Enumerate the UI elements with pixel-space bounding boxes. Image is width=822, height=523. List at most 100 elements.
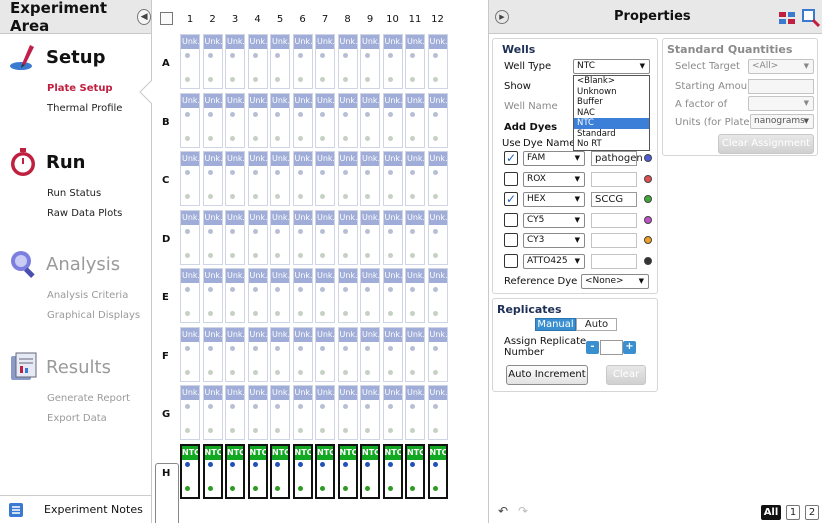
well[interactable]: Unk... (405, 268, 425, 323)
well[interactable]: Unk... (247, 151, 268, 206)
row-header[interactable]: F (162, 351, 176, 362)
column-header[interactable]: 5 (270, 14, 290, 25)
well[interactable]: NTC (225, 443, 245, 499)
well[interactable]: Unk... (202, 326, 223, 382)
column-header[interactable]: 6 (293, 14, 313, 25)
sidebar-item-graphical-displays[interactable]: Graphical Displays (47, 306, 150, 326)
well-type-option[interactable]: NTC (574, 118, 649, 129)
well[interactable]: Unk... (315, 34, 335, 89)
results-header[interactable]: Results (0, 350, 150, 384)
well[interactable]: Unk... (225, 326, 245, 382)
well[interactable]: Unk... (225, 34, 245, 89)
well[interactable]: NTC (405, 443, 425, 499)
well[interactable]: Unk... (405, 209, 425, 265)
well-type-option[interactable]: NAC (574, 108, 649, 119)
well[interactable]: Unk... (292, 326, 313, 382)
dye-use-checkbox[interactable] (504, 233, 518, 247)
well[interactable]: Unk... (382, 268, 403, 323)
well[interactable]: Unk... (427, 385, 448, 440)
well[interactable]: Unk... (247, 326, 268, 382)
well[interactable]: Unk... (427, 151, 448, 206)
well[interactable]: Unk... (202, 34, 223, 89)
plate-layout-icon[interactable] (778, 9, 796, 27)
well[interactable]: Unk... (225, 209, 245, 265)
well-type-option[interactable]: <Blank> (574, 76, 649, 87)
well[interactable]: NTC (180, 443, 200, 499)
well[interactable]: Unk... (225, 268, 245, 323)
well[interactable]: Unk... (292, 268, 313, 323)
well-type-option[interactable]: Buffer (574, 97, 649, 108)
well[interactable]: Unk... (382, 151, 403, 206)
column-header[interactable]: 4 (248, 14, 268, 25)
dye-name-select[interactable]: FAM ▼ (523, 151, 585, 166)
well[interactable]: Unk... (405, 34, 425, 89)
collapse-sidebar-button[interactable]: ◀ (137, 8, 151, 25)
column-header[interactable]: 10 (383, 14, 403, 25)
well[interactable]: NTC (427, 443, 448, 499)
well[interactable]: Unk... (360, 209, 380, 265)
sidebar-item-analysis-criteria[interactable]: Analysis Criteria (47, 286, 150, 306)
zoom-icon[interactable] (802, 9, 820, 27)
well[interactable]: Unk... (292, 209, 313, 265)
replicate-increment-button[interactable]: + (623, 341, 636, 354)
expand-properties-button[interactable]: ▶ (495, 10, 509, 24)
well[interactable]: Unk... (225, 385, 245, 440)
row-header[interactable]: C (162, 175, 176, 186)
column-header[interactable]: 11 (405, 14, 425, 25)
column-header[interactable]: 2 (203, 14, 223, 25)
replicate-number-input[interactable] (600, 340, 623, 355)
well[interactable]: Unk... (202, 385, 223, 440)
well[interactable]: Unk... (382, 92, 403, 148)
dye-name-select[interactable]: ATTO425 ▼ (523, 253, 585, 269)
dye-name-select[interactable]: CY5 ▼ (523, 212, 585, 228)
well[interactable]: Unk... (180, 34, 200, 89)
well[interactable]: Unk... (180, 151, 200, 206)
dye-name-select[interactable]: CY3 ▼ (523, 233, 585, 248)
well[interactable]: Unk... (337, 326, 358, 382)
sidebar-item-run-status[interactable]: Run Status (47, 184, 150, 204)
well[interactable]: Unk... (337, 92, 358, 148)
well[interactable]: Unk... (292, 385, 313, 440)
units-select[interactable]: nanograms ▼ (750, 114, 814, 129)
well[interactable]: Unk... (270, 209, 290, 265)
run-header[interactable]: Run (0, 145, 150, 179)
well[interactable]: NTC (360, 443, 380, 499)
well[interactable]: Unk... (180, 92, 200, 148)
well[interactable]: Unk... (405, 385, 425, 440)
well[interactable]: Unk... (360, 92, 380, 148)
well[interactable]: Unk... (337, 34, 358, 89)
factor-select[interactable]: ▼ (748, 96, 814, 111)
column-header[interactable]: 9 (360, 14, 380, 25)
well[interactable]: Unk... (180, 209, 200, 265)
well[interactable]: Unk... (202, 209, 223, 265)
dye-target-input[interactable] (591, 233, 637, 248)
well[interactable]: NTC (247, 443, 268, 499)
experiment-notes-bar[interactable]: Experiment Notes (0, 495, 151, 523)
well[interactable]: Unk... (270, 34, 290, 89)
well[interactable]: Unk... (405, 326, 425, 382)
well[interactable]: Unk... (427, 34, 448, 89)
well[interactable]: Unk... (337, 151, 358, 206)
well[interactable]: Unk... (180, 326, 200, 382)
well[interactable]: Unk... (337, 385, 358, 440)
well[interactable]: Unk... (427, 92, 448, 148)
well[interactable]: Unk... (225, 151, 245, 206)
row-header[interactable]: G (162, 409, 176, 420)
well[interactable]: Unk... (270, 268, 290, 323)
dye-target-input[interactable]: SCCG (591, 192, 637, 207)
well[interactable]: Unk... (292, 151, 313, 206)
view-all-button[interactable]: All (761, 505, 781, 520)
dye-use-checkbox[interactable] (504, 171, 518, 186)
row-header[interactable]: B (162, 117, 176, 128)
well-type-option[interactable]: Unknown (574, 87, 649, 98)
well[interactable]: Unk... (382, 34, 403, 89)
well[interactable]: Unk... (405, 92, 425, 148)
redo-button[interactable]: ↷ (516, 505, 530, 519)
well[interactable]: Unk... (247, 34, 268, 89)
dye-target-input[interactable] (591, 171, 637, 187)
well[interactable]: Unk... (360, 268, 380, 323)
well[interactable]: Unk... (202, 151, 223, 206)
well[interactable]: Unk... (382, 326, 403, 382)
well[interactable]: NTC (382, 443, 403, 499)
dye-target-input[interactable] (591, 253, 637, 269)
